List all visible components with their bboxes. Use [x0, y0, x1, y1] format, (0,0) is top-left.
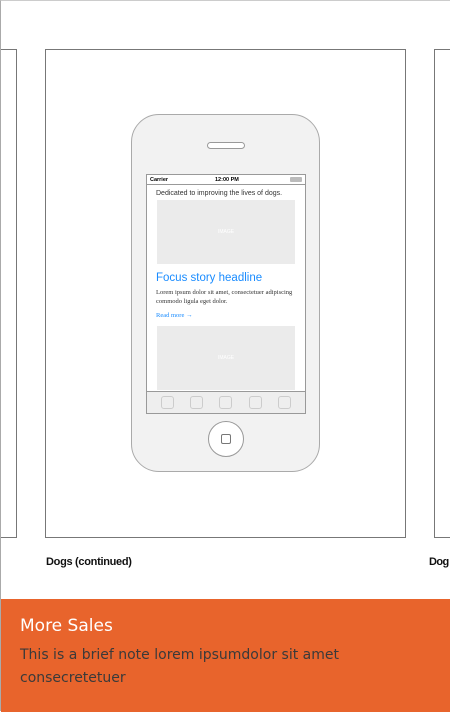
tagline: Dedicated to improving the lives of dogs…	[156, 190, 283, 197]
next-card[interactable]	[434, 49, 450, 538]
image-placeholder: IMAGE	[157, 200, 295, 264]
tab-icon	[219, 396, 233, 409]
banner-text: This is a brief note lorem ipsumdolor si…	[20, 647, 339, 686]
tab-icon	[190, 396, 204, 409]
phone-mockup: Carrier 12:00 PM Dedicated to improving …	[131, 114, 320, 472]
story-body: Lorem ipsum dolor sit amet, consectetuer…	[156, 289, 293, 305]
more-sales-banner: More Sales This is a brief note lorem ip…	[1, 599, 450, 712]
tab-icon	[248, 396, 262, 409]
card-caption: Dogs (continued)	[46, 556, 132, 568]
banner-title: More Sales	[20, 616, 113, 636]
carrier-label: Carrier	[150, 176, 169, 183]
tab-icon	[161, 396, 175, 409]
phone-screen: Carrier 12:00 PM Dedicated to improving …	[146, 174, 306, 414]
battery-icon	[290, 177, 302, 182]
read-more-link[interactable]: Read more →	[147, 306, 305, 326]
home-button-icon	[208, 421, 244, 457]
image-placeholder: IMAGE	[157, 326, 295, 390]
tab-icon	[277, 396, 291, 409]
tab-bar	[147, 391, 305, 413]
story-headline: Focus story headline	[156, 272, 263, 284]
previous-card[interactable]	[1, 49, 17, 538]
status-bar: Carrier 12:00 PM	[147, 175, 305, 185]
time-label: 12:00 PM	[215, 176, 239, 183]
speaker-icon	[207, 142, 245, 149]
card-caption: Dog	[429, 556, 449, 568]
